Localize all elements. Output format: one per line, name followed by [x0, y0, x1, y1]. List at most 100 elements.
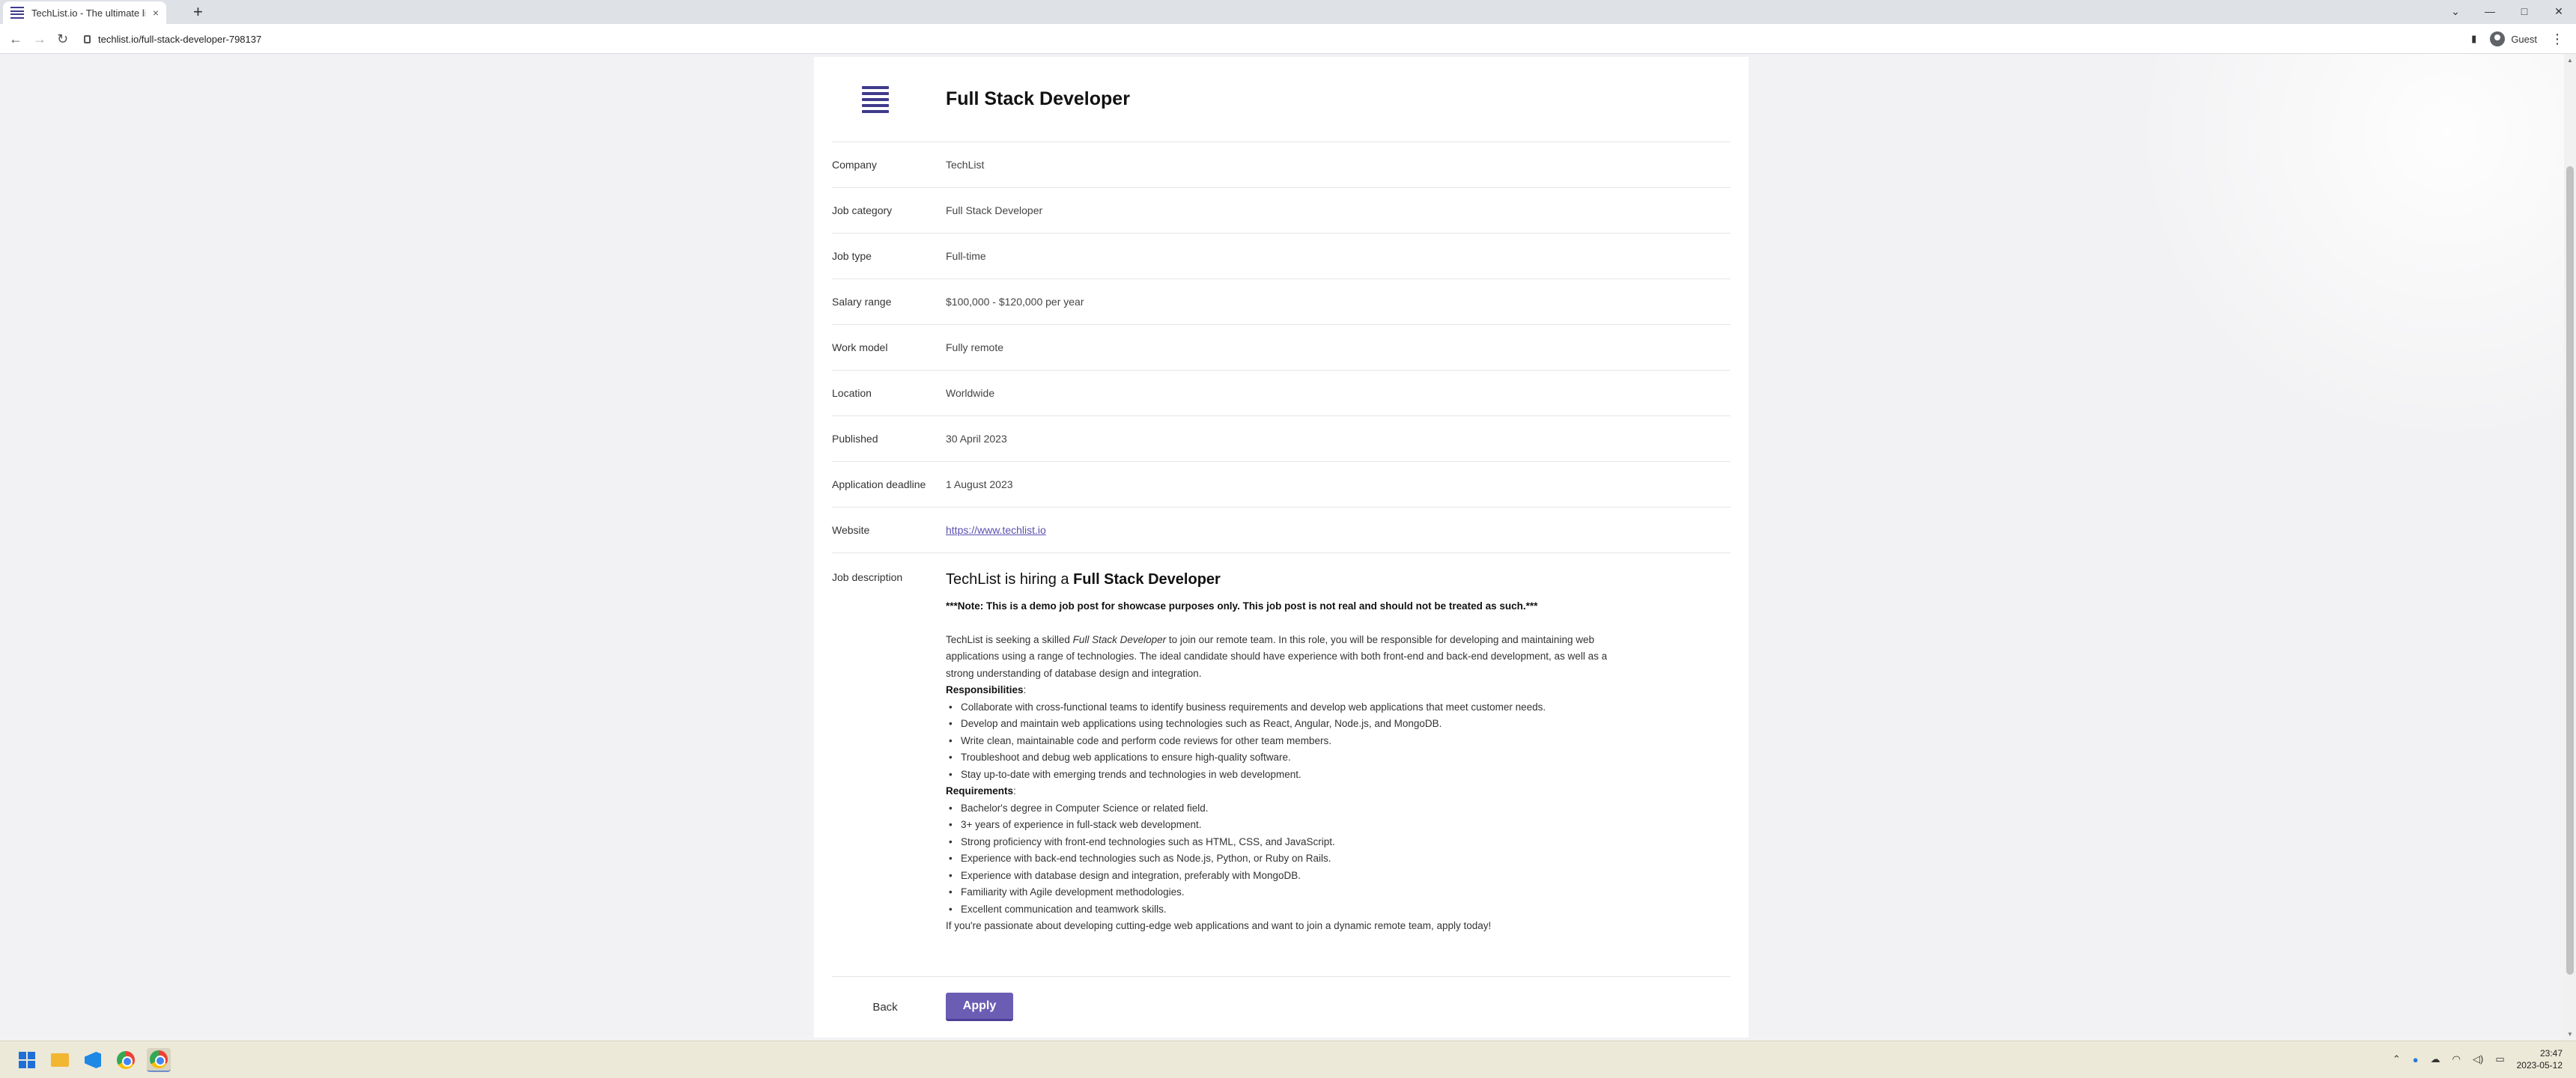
scrollbar-thumb[interactable] [2566, 166, 2574, 975]
lock-icon[interactable] [84, 34, 91, 43]
field-value: Fully remote [946, 341, 1004, 353]
field-salary-range: Salary range $100,000 - $120,000 per yea… [832, 279, 1731, 325]
requirements-list: Bachelor's degree in Computer Science or… [946, 800, 1620, 919]
list-item: Stay up-to-date with emerging trends and… [946, 767, 1620, 784]
list-item: Familiarity with Agile development metho… [946, 884, 1620, 901]
chrome-active-button[interactable] [147, 1048, 171, 1072]
field-label: Work model [832, 341, 888, 353]
back-button[interactable]: Back [832, 1001, 946, 1014]
side-panel-icon[interactable]: ▮ [2471, 33, 2476, 45]
taskbar: ⌃ ● ☁ ◠ ◁) ▭ 23:47 2023-05-12 [0, 1041, 2576, 1078]
description-closing: If you're passionate about developing cu… [946, 920, 1492, 931]
folder-icon [51, 1053, 69, 1067]
scroll-down-icon[interactable]: ▼ [2567, 1031, 2573, 1038]
minimize-button[interactable]: — [2473, 0, 2507, 22]
job-description: TechList is hiring a Full Stack Develope… [946, 570, 1620, 976]
intro-role: Full Stack Developer [1072, 633, 1167, 645]
browser-toolbar: ← → ↻ [0, 24, 2576, 54]
description-heading: TechList is hiring a Full Stack Develope… [946, 570, 1620, 589]
field-job-category: Job category Full Stack Developer [832, 188, 1731, 234]
tab-search-icon[interactable]: ⌄ [2438, 0, 2473, 22]
list-item: 3+ years of experience in full-stack web… [946, 817, 1620, 834]
field-value: Worldwide [946, 387, 995, 399]
demo-note: ***Note: This is a demo job post for sho… [946, 600, 1538, 612]
defender-shield-icon[interactable]: ● [2413, 1054, 2419, 1065]
job-card: Full Stack Developer Company TechList Jo… [814, 57, 1749, 1038]
new-tab-button[interactable]: + [193, 3, 203, 21]
chrome-icon [117, 1051, 135, 1069]
requirements-title: Requirements [946, 785, 1014, 797]
page-scrollbar[interactable]: ▲ ▼ [2564, 54, 2576, 1041]
maximize-button[interactable]: □ [2507, 0, 2542, 22]
heading-prefix: TechList is hiring a [946, 571, 1074, 588]
volume-icon[interactable]: ◁) [2473, 1053, 2483, 1065]
forward-arrow-icon[interactable]: → [33, 30, 46, 48]
profile-avatar-icon [2490, 31, 2506, 46]
field-value: $100,000 - $120,000 per year [946, 296, 1084, 308]
field-website: Website https://www.techlist.io [832, 508, 1731, 553]
vscode-icon [85, 1052, 101, 1068]
field-published: Published 30 April 2023 [832, 416, 1731, 462]
battery-icon[interactable]: ▭ [2495, 1053, 2504, 1065]
system-tray: ⌃ ● ☁ ◠ ◁) ▭ 23:47 2023-05-12 [2393, 1047, 2563, 1071]
list-item: Develop and maintain web applications us… [946, 716, 1620, 733]
heading-role: Full Stack Developer [1073, 571, 1221, 588]
job-header: Full Stack Developer [832, 57, 1731, 142]
field-job-type: Job type Full-time [832, 234, 1731, 279]
address-bar[interactable]: techlist.io/full-stack-developer-798137 [84, 30, 261, 48]
field-label: Company [832, 159, 877, 171]
chrome-button[interactable] [114, 1048, 138, 1072]
tab-title: TechList.io - The ultimate list for [31, 7, 145, 19]
field-label: Location [832, 387, 872, 399]
vscode-button[interactable] [81, 1048, 105, 1072]
chrome-icon [150, 1050, 168, 1068]
file-explorer-button[interactable] [48, 1048, 72, 1072]
field-job-description: Job description TechList is hiring a Ful… [832, 553, 1731, 977]
field-company: Company TechList [832, 142, 1731, 188]
field-value: 30 April 2023 [946, 433, 1007, 445]
browser-menu-icon[interactable]: ⋮ [2551, 31, 2564, 47]
list-item: Collaborate with cross-functional teams … [946, 699, 1620, 716]
apply-button[interactable]: Apply [946, 993, 1013, 1021]
field-label: Published [832, 433, 878, 445]
browser-tab[interactable]: TechList.io - The ultimate list for × [3, 1, 166, 24]
list-item: Experience with back-end technologies su… [946, 850, 1620, 868]
field-location: Location Worldwide [832, 371, 1731, 416]
field-work-model: Work model Fully remote [832, 325, 1731, 371]
field-application-deadline: Application deadline 1 August 2023 [832, 462, 1731, 508]
taskbar-apps [15, 1048, 171, 1072]
field-label: Salary range [832, 296, 892, 308]
window-controls: ⌄ — □ ✕ [2438, 0, 2576, 22]
profile-label: Guest [2511, 33, 2537, 45]
clock-time: 23:47 [2539, 1048, 2563, 1059]
profile-button[interactable]: Guest [2490, 31, 2537, 46]
page-viewport: Full Stack Developer Company TechList Jo… [0, 54, 2576, 1041]
list-item: Troubleshoot and debug web applications … [946, 749, 1620, 767]
tab-close-icon[interactable]: × [153, 7, 159, 19]
field-label: Job description [832, 571, 903, 583]
cloud-icon[interactable]: ☁ [2431, 1053, 2440, 1065]
tray-chevron-icon[interactable]: ⌃ [2393, 1053, 2401, 1065]
list-item: Experience with database design and inte… [946, 868, 1620, 885]
windows-logo-icon [19, 1052, 35, 1068]
list-item: Strong proficiency with front-end techno… [946, 834, 1620, 851]
reload-icon[interactable]: ↻ [57, 30, 68, 48]
start-button[interactable] [15, 1048, 39, 1072]
field-value: Full Stack Developer [946, 204, 1043, 216]
scroll-up-icon[interactable]: ▲ [2567, 57, 2573, 64]
back-arrow-icon[interactable]: ← [9, 30, 22, 48]
clock-date: 2023-05-12 [2516, 1060, 2563, 1071]
field-label: Website [832, 524, 870, 536]
list-item: Bachelor's degree in Computer Science or… [946, 800, 1620, 817]
field-value: 1 August 2023 [946, 478, 1013, 490]
clock[interactable]: 23:47 2023-05-12 [2517, 1047, 2563, 1071]
intro-prefix: TechList is seeking a skilled [946, 633, 1073, 645]
wifi-icon[interactable]: ◠ [2452, 1053, 2461, 1065]
field-label: Job category [832, 204, 893, 216]
field-label: Job type [832, 250, 872, 262]
description-intro: TechList is seeking a skilled Full Stack… [946, 632, 1620, 683]
list-item: Write clean, maintainable code and perfo… [946, 733, 1620, 750]
website-link[interactable]: https://www.techlist.io [946, 524, 1046, 536]
close-window-button[interactable]: ✕ [2542, 0, 2576, 22]
responsibilities-heading: Responsibilities: [946, 684, 1027, 695]
